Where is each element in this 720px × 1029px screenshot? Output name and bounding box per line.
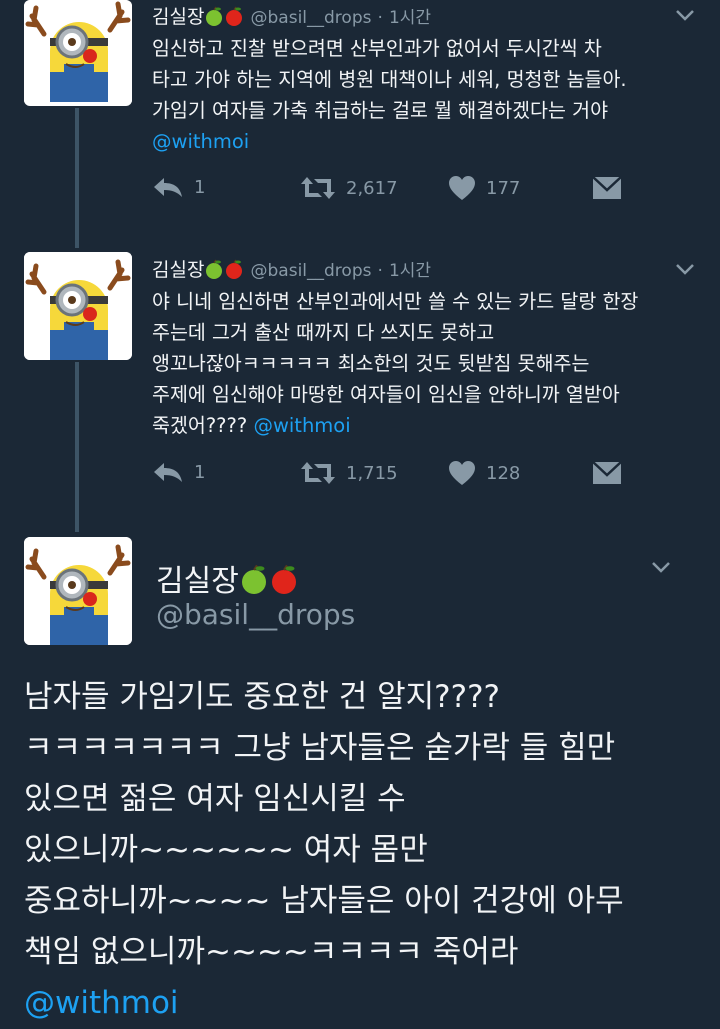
- avatar[interactable]: [24, 252, 132, 360]
- direct-message-button[interactable]: [592, 460, 622, 486]
- red-apple-emoji: [225, 6, 244, 26]
- like-button[interactable]: 177: [448, 175, 520, 201]
- green-apple-emoji: [205, 259, 224, 279]
- retweet-button[interactable]: 2,617: [300, 175, 398, 201]
- retweet-icon: [301, 462, 335, 484]
- retweet-count: 2,617: [346, 177, 398, 199]
- tweet-actions: 1 1,715 128: [152, 460, 632, 494]
- direct-message-icon: [592, 176, 622, 199]
- tweet-header: 김실장 @basil__drops · 1시간: [152, 259, 432, 281]
- chevron-down-icon[interactable]: [650, 560, 672, 574]
- display-name[interactable]: 김실장: [156, 556, 299, 600]
- like-button[interactable]: 128: [448, 460, 520, 486]
- display-name[interactable]: 김실장: [152, 6, 204, 28]
- thread-connector: [75, 108, 79, 248]
- reply-button[interactable]: 1: [152, 460, 205, 484]
- like-count: 128: [486, 462, 521, 484]
- like-count: 177: [486, 177, 521, 199]
- tweet-text: 야 니네 임신하면 산부인과에서만 쓸 수 있는 카드 달랑 한장 주는데 그거…: [152, 290, 639, 437]
- avatar[interactable]: [24, 537, 132, 645]
- direct-message-button[interactable]: [592, 175, 622, 201]
- avatar[interactable]: [24, 0, 132, 106]
- reply-count: 1: [194, 176, 206, 198]
- red-apple-emoji: [225, 259, 244, 279]
- user-handle[interactable]: @basil__drops: [156, 598, 355, 631]
- mention-link[interactable]: @withmoi: [253, 414, 350, 437]
- mention-link[interactable]: @withmoi: [24, 978, 704, 1029]
- retweet-icon: [301, 177, 335, 199]
- reply-icon: [154, 178, 182, 197]
- green-apple-emoji: [240, 564, 267, 594]
- thread-connector: [75, 362, 79, 532]
- reply-count: 1: [194, 461, 206, 483]
- chevron-down-icon[interactable]: [674, 262, 696, 276]
- tweet-text: 남자들 가임기도 중요한 건 알지???? ㅋㅋㅋㅋㅋㅋㅋ 그냥 남자들은 숟가…: [24, 672, 704, 1029]
- timestamp[interactable]: 1시간: [389, 8, 431, 28]
- heart-icon: [449, 461, 475, 485]
- red-apple-emoji: [270, 564, 297, 594]
- tweet-header: 김실장 @basil__drops · 1시간: [152, 6, 432, 28]
- green-apple-emoji: [205, 6, 224, 26]
- retweet-button[interactable]: 1,715: [300, 460, 398, 486]
- timestamp[interactable]: 1시간: [389, 261, 431, 281]
- chevron-down-icon[interactable]: [674, 8, 696, 22]
- user-handle[interactable]: @basil__drops: [251, 8, 372, 28]
- reply-icon: [154, 463, 182, 482]
- mention-link[interactable]: @withmoi: [152, 126, 627, 157]
- heart-icon: [449, 176, 475, 200]
- tweet-text: 임신하고 진찰 받으려면 산부인과가 없어서 두시간씩 차 타고 가야 하는 지…: [152, 33, 627, 157]
- user-handle[interactable]: @basil__drops: [251, 261, 372, 281]
- display-name[interactable]: 김실장: [152, 259, 204, 281]
- retweet-count: 1,715: [346, 462, 398, 484]
- tweet-actions: 1 2,617 177: [152, 175, 632, 209]
- reply-button[interactable]: 1: [152, 175, 205, 199]
- direct-message-icon: [592, 461, 622, 484]
